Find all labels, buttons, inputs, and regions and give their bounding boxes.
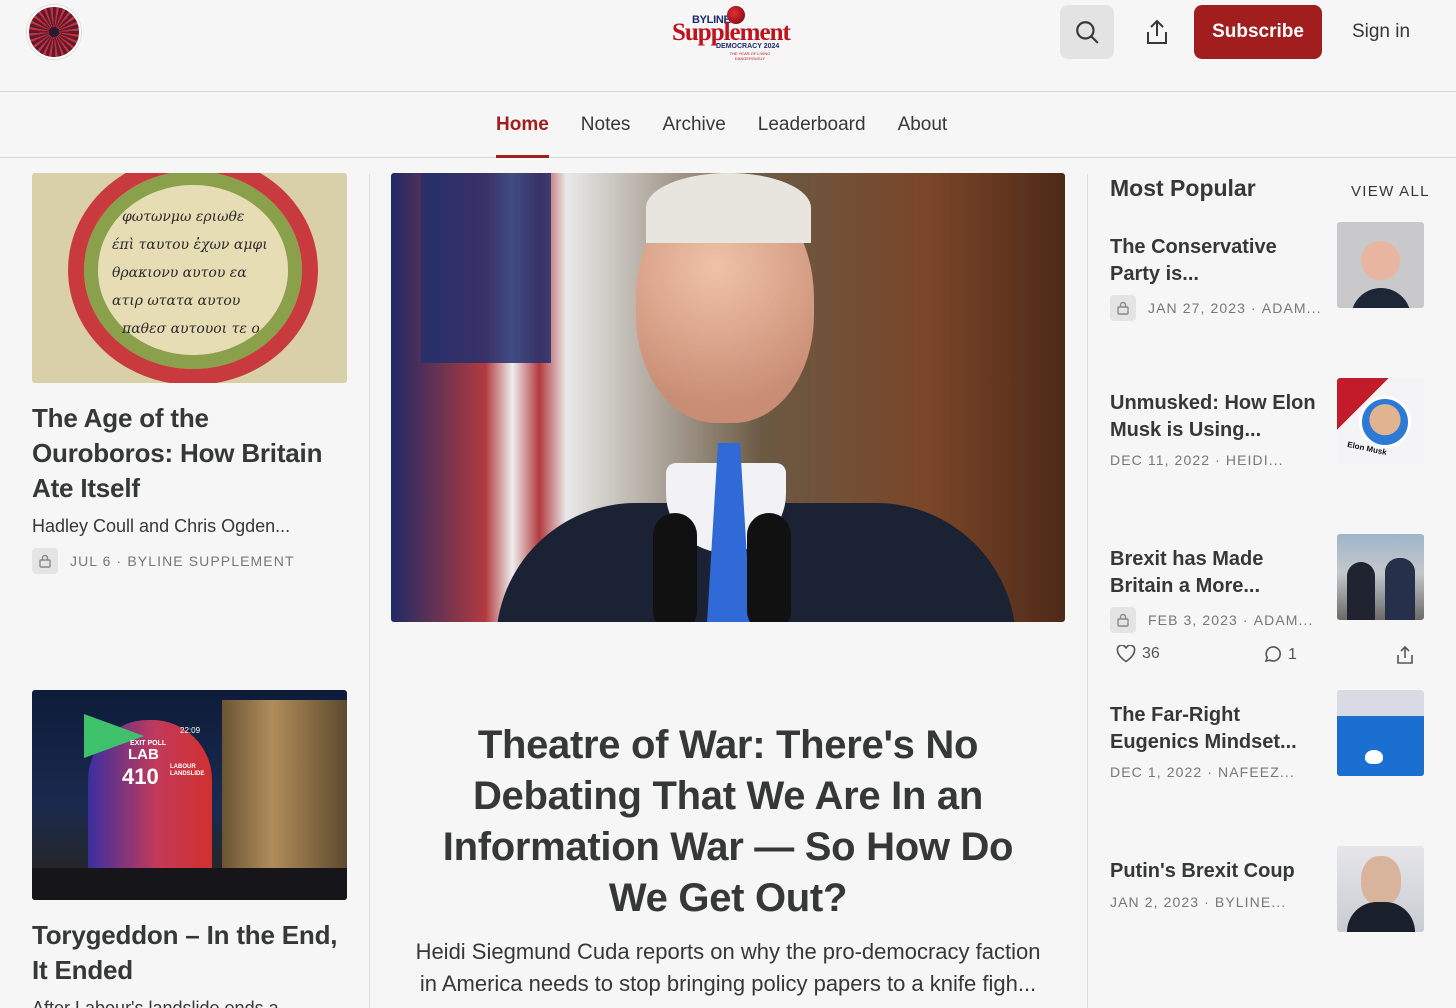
column-divider-right	[1087, 174, 1088, 1008]
nav-tabs: Home Notes Archive Leaderboard About	[480, 92, 963, 158]
popular-item-meta: JAN 2, 2023 · BYLINE...	[1110, 894, 1287, 910]
lab-text: LAB	[128, 746, 159, 763]
engagement-bar: 36 1	[1110, 645, 1424, 669]
post-card[interactable]: EXIT POLL LAB 410 22:09 LABOUR LANDSLIDE…	[32, 690, 348, 1008]
feature-image[interactable]	[391, 173, 1065, 622]
share-post-button[interactable]	[1396, 645, 1414, 670]
tab-leaderboard[interactable]: Leaderboard	[742, 92, 882, 158]
nav-bar: Home Notes Archive Leaderboard About	[0, 92, 1456, 158]
flag-canton	[421, 173, 551, 363]
popular-item-thumbnail[interactable]: Elon Musk	[1337, 378, 1424, 464]
popular-item-title[interactable]: The Conservative Party is...	[1110, 234, 1326, 288]
search-icon	[1076, 21, 1099, 44]
post-thumbnail-election[interactable]: EXIT POLL LAB 410 22:09 LABOUR LANDSLIDE	[32, 690, 347, 900]
search-button[interactable]	[1060, 5, 1114, 59]
popular-item-title[interactable]: The Far-Right Eugenics Mindset...	[1110, 702, 1326, 756]
popular-item-thumbnail[interactable]	[1337, 222, 1424, 308]
sign-in-link[interactable]: Sign in	[1338, 5, 1424, 59]
popular-item-date: DEC 11, 2022	[1110, 452, 1211, 468]
heart-icon	[1116, 645, 1136, 663]
manuscript-script: φωτωνμω εριωθε	[122, 209, 245, 225]
tab-home[interactable]: Home	[480, 92, 565, 158]
portrait-hair	[646, 173, 811, 243]
manuscript-script: ατιρ ωτατα αυτου	[112, 293, 241, 309]
popular-item-meta: DEC 11, 2022 · HEIDI...	[1110, 452, 1284, 468]
post-author[interactable]: BYLINE SUPPLEMENT	[127, 553, 294, 569]
tab-notes[interactable]: Notes	[565, 92, 647, 158]
share-icon	[1397, 645, 1413, 664]
like-button[interactable]: 36	[1116, 645, 1160, 663]
popular-item-title[interactable]: Unmusked: How Elon Musk is Using...	[1110, 390, 1326, 444]
manuscript-script: έπὶ ταυτου ἐχων αμφι	[112, 237, 268, 253]
comment-icon	[1264, 646, 1281, 663]
top-bar: BYLINE Supplement DEMOCRACY 2024 THE YEA…	[0, 0, 1456, 92]
popular-item-meta: DEC 1, 2022 · NAFEEZ...	[1110, 764, 1295, 780]
view-all-link[interactable]: VIEW ALL	[1351, 183, 1430, 200]
popular-item[interactable]: The Far-Right Eugenics Mindset... DEC 1,…	[1110, 690, 1424, 802]
popular-item[interactable]: The Conservative Party is... JAN 27, 202…	[1110, 222, 1424, 334]
post-thumbnail-ouroboros[interactable]: φωτωνμω εριωθε έπὶ ταυτου ἐχων αμφι θρακ…	[32, 173, 347, 383]
popular-item-author[interactable]: HEIDI...	[1226, 452, 1284, 468]
feature-title[interactable]: Theatre of War: There's No Debating That…	[410, 720, 1046, 924]
popular-item[interactable]: Brexit has Made Britain a More... FEB 3,…	[1110, 534, 1424, 646]
post-subtitle: Hadley Coull and Chris Ogden...	[32, 516, 291, 536]
post-title[interactable]: The Age of the Ouroboros: How Britain At…	[32, 401, 348, 506]
popular-item-author[interactable]: BYLINE...	[1215, 894, 1286, 910]
comment-count: 1	[1288, 645, 1297, 663]
popular-item-date: FEB 3, 2023	[1148, 612, 1238, 628]
microphone-icon	[747, 513, 791, 622]
comment-button[interactable]: 1	[1263, 645, 1297, 664]
post-card[interactable]: φωτωνμω εριωθε έπὶ ταυτου ἐχων αμφι θρακ…	[32, 173, 348, 574]
popular-item[interactable]: Putin's Brexit Coup JAN 2, 2023 · BYLINE…	[1110, 846, 1424, 958]
popular-item-title[interactable]: Putin's Brexit Coup	[1110, 858, 1326, 885]
microphone-icon	[653, 513, 697, 622]
subscribe-button[interactable]: Subscribe	[1194, 5, 1322, 59]
tab-about[interactable]: About	[882, 92, 964, 158]
popular-item-author[interactable]: ADAM...	[1262, 300, 1322, 316]
tab-archive[interactable]: Archive	[646, 92, 741, 158]
popular-item-thumbnail[interactable]	[1337, 534, 1424, 620]
most-popular-heading: Most Popular	[1110, 175, 1256, 201]
popular-item-thumbnail[interactable]	[1337, 690, 1424, 776]
popular-item-date: DEC 1, 2022	[1110, 764, 1203, 780]
post-subtitle: After Labour's landslide ends a...	[32, 998, 294, 1008]
time-text: 22:09	[180, 726, 201, 735]
lock-icon	[1110, 295, 1136, 321]
popular-item-date: JAN 2, 2023	[1110, 894, 1200, 910]
like-count: 36	[1142, 645, 1160, 662]
lock-icon	[32, 548, 58, 574]
popular-item-author[interactable]: NAFEEZ...	[1218, 764, 1295, 780]
share-icon	[1147, 19, 1167, 44]
logo-tagline: THE YEAR OF LIVING DANGEROUSLY	[729, 51, 771, 61]
seats-text: 410	[122, 764, 159, 789]
logo-democracy-text: DEMOCRACY 2024	[716, 43, 780, 50]
post-date: JUL 6	[70, 553, 112, 569]
popular-item-title[interactable]: Brexit has Made Britain a More...	[1110, 546, 1326, 600]
publication-logo[interactable]: BYLINE Supplement DEMOCRACY 2024 THE YEA…	[672, 6, 791, 61]
popular-item-meta: FEB 3, 2023 · ADAM...	[1110, 607, 1330, 633]
post-meta: JUL 6 · BYLINE SUPPLEMENT	[32, 548, 348, 574]
popular-item-author[interactable]: ADAM...	[1254, 612, 1314, 628]
publication-avatar[interactable]	[27, 5, 81, 59]
popular-item-meta: JAN 27, 2023 · ADAM...	[1110, 295, 1330, 321]
feature-subtitle: Heidi Siegmund Cuda reports on why the p…	[415, 939, 1041, 996]
popular-item[interactable]: Unmusked: How Elon Musk is Using... DEC …	[1110, 378, 1424, 490]
meta-separator: ·	[111, 553, 128, 569]
thumb-caption: Elon Musk	[1346, 439, 1388, 458]
manuscript-script: θρακιονυ αυτου εα	[112, 265, 247, 281]
lock-icon	[1110, 607, 1136, 633]
cars-illustration	[32, 868, 347, 900]
share-button[interactable]	[1132, 5, 1182, 59]
post-title[interactable]: Torygeddon – In the End, It Ended	[32, 918, 348, 988]
manuscript-script: παθεσ αυτουοι τε ο	[122, 321, 260, 337]
popular-item-date: JAN 27, 2023	[1148, 300, 1247, 316]
popular-item-thumbnail[interactable]	[1337, 846, 1424, 932]
landslide-text: LABOUR LANDSLIDE	[170, 764, 205, 777]
column-divider-left	[369, 174, 370, 1008]
